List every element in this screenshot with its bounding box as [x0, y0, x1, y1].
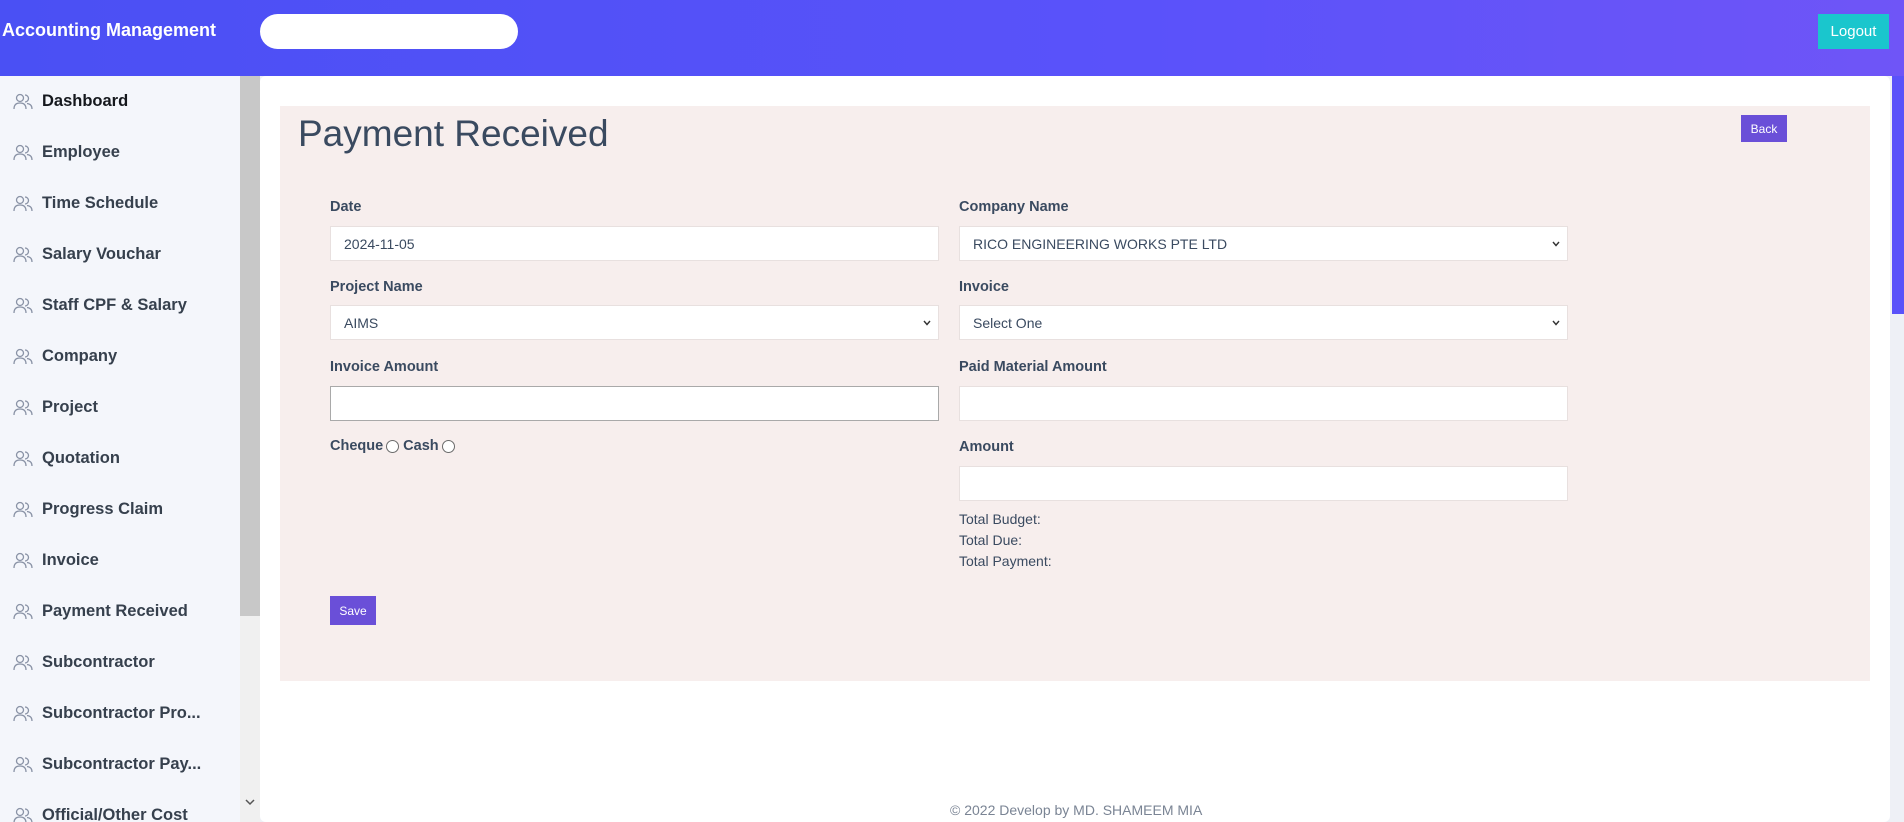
search-input[interactable]	[260, 14, 518, 49]
total-payment: Total Payment:	[959, 553, 1052, 569]
users-icon	[13, 756, 33, 773]
users-icon	[13, 195, 33, 212]
company-name-select[interactable]: RICO ENGINEERING WORKS PTE LTD	[959, 226, 1568, 261]
cheque-label: Cheque	[330, 438, 384, 454]
users-icon	[13, 603, 33, 620]
total-due: Total Due:	[959, 532, 1023, 548]
sidebar-item-time-schedule[interactable]: Time Schedule	[0, 178, 240, 229]
invoice-value: Select One	[973, 314, 1043, 331]
sidebar-item-salary-vouchar[interactable]: Salary Vouchar	[0, 229, 240, 280]
app-title: Accounting Management	[2, 20, 217, 40]
sidebar-item-label: Payment Received	[42, 602, 188, 620]
users-icon	[13, 501, 33, 518]
chevron-down-icon[interactable]	[244, 796, 256, 808]
sidebar-item-label: Project	[42, 398, 98, 416]
invoice-select[interactable]: Select One	[959, 305, 1568, 340]
project-name-value: AIMS	[344, 314, 379, 331]
page-scrollbar-thumb[interactable]	[1892, 76, 1904, 314]
sidebar-item-label: Employee	[42, 143, 120, 161]
cash-label: Cash	[403, 438, 439, 454]
sidebar-item-label: Progress Claim	[42, 500, 164, 518]
date-value: 2024-11-05	[344, 235, 415, 252]
sidebar-item-progress-claim[interactable]: Progress Claim	[0, 484, 240, 535]
sidebar-item-label: Time Schedule	[42, 194, 159, 212]
sidebar-item-label: Invoice	[42, 551, 99, 569]
company-name-value: RICO ENGINEERING WORKS PTE LTD	[973, 235, 1228, 252]
date-label: Date	[330, 199, 362, 215]
sidebar-item-dashboard[interactable]: Dashboard	[0, 76, 240, 127]
users-icon	[13, 246, 33, 263]
sidebar-item-company[interactable]: Company	[0, 331, 240, 382]
sidebar-item-staff-cpf-salary[interactable]: Staff CPF & Salary	[0, 280, 240, 331]
sidebar-item-label: Official/Other Cost	[42, 806, 188, 822]
paid-material-amount-input[interactable]	[959, 386, 1568, 421]
users-icon	[13, 399, 33, 416]
date-field[interactable]: 2024-11-05	[330, 226, 939, 261]
sidebar-item-quotation[interactable]: Quotation	[0, 433, 240, 484]
sidebar-item-label: Staff CPF & Salary	[42, 296, 187, 314]
sidebar-item-label: Company	[42, 347, 118, 365]
sidebar-item-label: Salary Vouchar	[42, 245, 161, 263]
sidebar-scrollbar-thumb[interactable]	[240, 76, 260, 616]
invoice-amount-label: Invoice Amount	[330, 359, 439, 375]
sidebar: Dashboard Employee Time Schedule Salary …	[0, 76, 240, 822]
project-name-select[interactable]: AIMS	[330, 305, 939, 340]
chevron-down-icon	[923, 320, 931, 326]
users-icon	[13, 297, 33, 314]
amount-input[interactable]	[959, 466, 1568, 501]
users-icon	[13, 93, 33, 110]
sidebar-item-label: Subcontractor	[42, 653, 155, 671]
chevron-down-icon	[1552, 320, 1560, 326]
sidebar-item-label: Quotation	[42, 449, 120, 467]
project-name-label: Project Name	[330, 279, 423, 295]
sidebar-item-subcontractor-project[interactable]: Subcontractor Pro...	[0, 688, 240, 739]
save-button[interactable]: Save	[330, 596, 376, 625]
users-icon	[13, 807, 33, 822]
amount-label: Amount	[959, 439, 1014, 455]
cheque-radio[interactable]	[386, 439, 400, 453]
users-icon	[13, 705, 33, 722]
company-name-label: Company Name	[959, 199, 1069, 215]
paid-material-amount-label: Paid Material Amount	[959, 359, 1107, 375]
invoice-amount-input[interactable]	[330, 386, 939, 421]
total-budget: Total Budget:	[959, 511, 1041, 527]
page-title: Payment Received	[298, 113, 609, 154]
logout-button[interactable]: Logout	[1818, 14, 1889, 49]
back-button[interactable]: Back	[1741, 115, 1787, 142]
sidebar-item-subcontractor[interactable]: Subcontractor	[0, 637, 240, 688]
users-icon	[13, 450, 33, 467]
users-icon	[13, 654, 33, 671]
sidebar-item-invoice[interactable]: Invoice	[0, 535, 240, 586]
sidebar-item-label: Subcontractor Pay...	[42, 755, 202, 773]
invoice-label: Invoice	[959, 279, 1009, 295]
sidebar-item-official-other-cost[interactable]: Official/Other Cost	[0, 790, 240, 822]
sidebar-item-label: Dashboard	[42, 92, 129, 110]
users-icon	[13, 348, 33, 365]
sidebar-item-payment-received[interactable]: Payment Received	[0, 586, 240, 637]
sidebar-item-employee[interactable]: Employee	[0, 127, 240, 178]
footer-copyright: © 2022 Develop by MD. SHAMEEM MIA	[950, 802, 1203, 818]
users-icon	[13, 552, 33, 569]
cash-radio[interactable]	[441, 439, 455, 453]
sidebar-item-subcontractor-payment[interactable]: Subcontractor Pay...	[0, 739, 240, 790]
sidebar-item-project[interactable]: Project	[0, 382, 240, 433]
chevron-down-icon	[1552, 241, 1560, 247]
users-icon	[13, 144, 33, 161]
sidebar-item-label: Subcontractor Pro...	[42, 704, 201, 722]
payment-method-group: Cheque Cash	[330, 438, 459, 454]
